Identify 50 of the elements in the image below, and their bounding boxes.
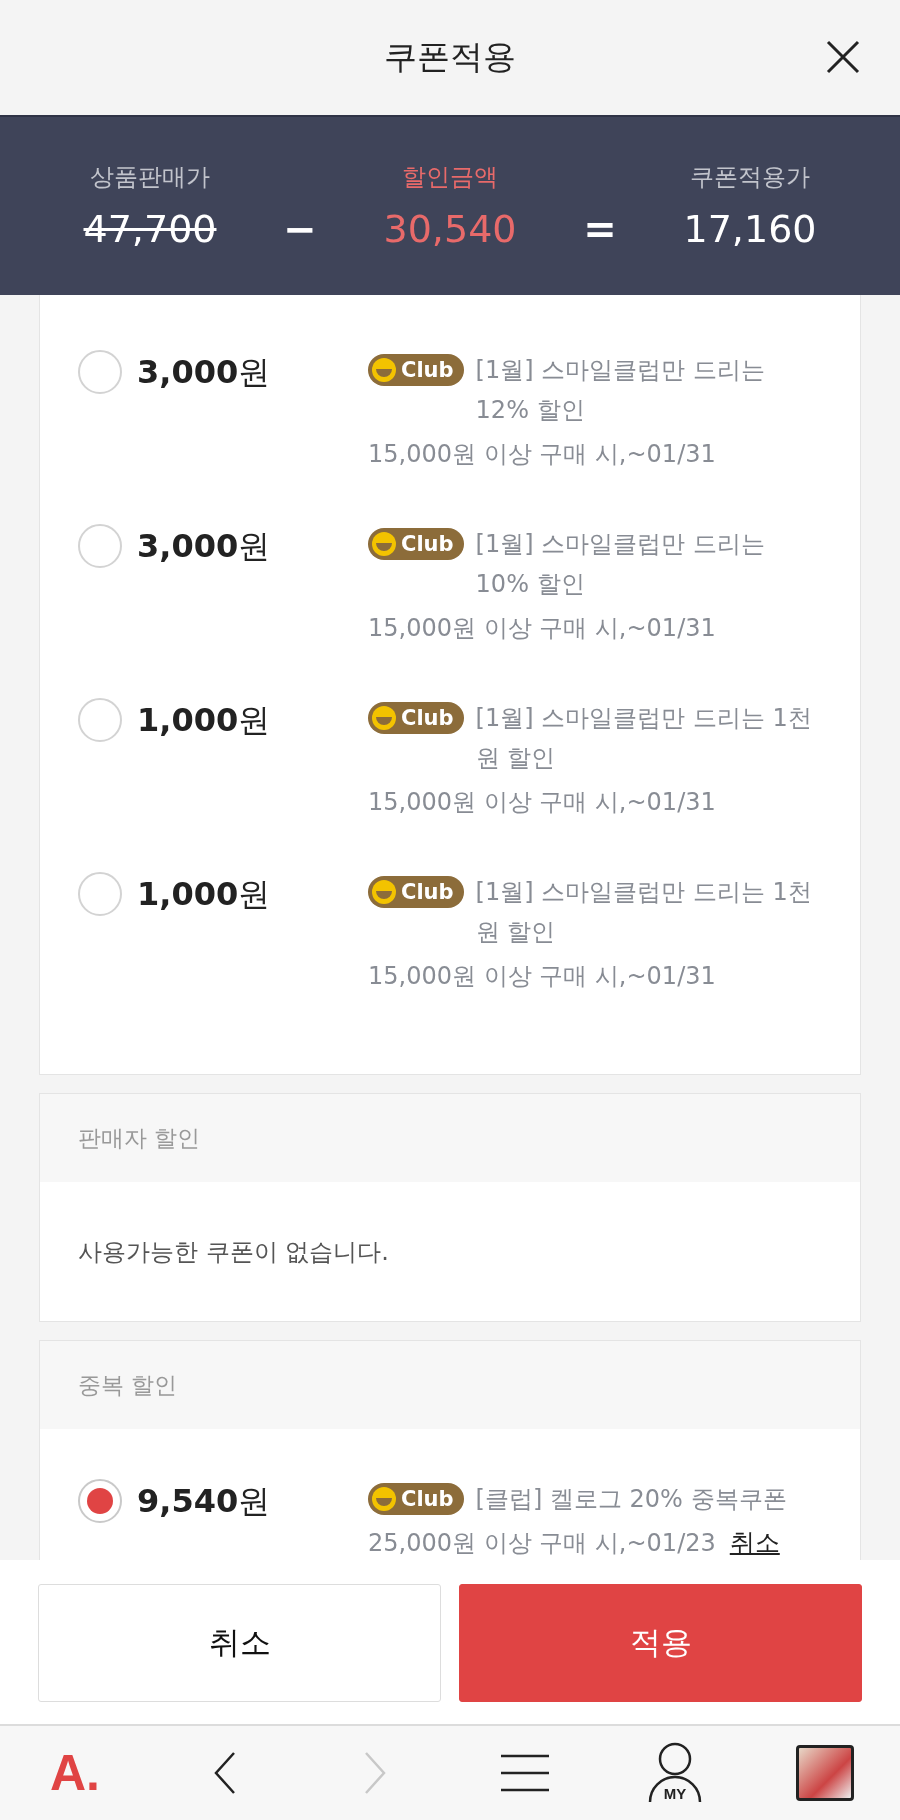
summary-label: 상품판매가 [90, 162, 210, 193]
back-icon[interactable] [212, 1751, 238, 1795]
summary-label: 할인금액 [402, 162, 498, 193]
summary-value: 17,160 [683, 207, 817, 251]
coupon-amount: 1,000원 [137, 700, 271, 741]
coupon-condition: 15,000원 이상 구매 시,~01/31 [368, 787, 716, 818]
smile-icon [371, 357, 397, 383]
coupon-amount: 1,000원 [137, 874, 271, 915]
coupon-condition: 15,000원 이상 구매 시,~01/31 [368, 613, 716, 644]
smile-icon [371, 531, 397, 557]
coupon-amount: 3,000원 [137, 352, 271, 393]
operator-sign: − [282, 206, 318, 252]
summary-value: 47,700 [83, 207, 217, 251]
coupon-title: [1월] 스마일클럽만 드리는 12% 할인 [475, 355, 766, 426]
radio-button[interactable] [78, 524, 122, 568]
smile-icon [371, 879, 397, 905]
coupon-amount: 3,000원 [137, 526, 271, 567]
recent-product-thumbnail[interactable] [796, 1745, 854, 1801]
smile-icon [371, 1486, 397, 1512]
radio-button[interactable] [78, 1479, 122, 1523]
radio-button[interactable] [78, 350, 122, 394]
coupon-title: [1월] 스마일클럽만 드리는 10% 할인 [475, 529, 766, 600]
page-title: 쿠폰적용 [384, 36, 516, 78]
empty-message: 사용가능한 쿠폰이 없습니다. [77, 1236, 390, 1268]
summary-value: 30,540 [383, 207, 517, 251]
summary-label: 쿠폰적용가 [690, 162, 810, 193]
club-badge: Club [368, 702, 464, 734]
coupon-amount: 9,540원 [137, 1481, 271, 1522]
radio-button[interactable] [78, 698, 122, 742]
my-page-button[interactable]: MY [647, 1742, 703, 1804]
radio-button[interactable] [78, 872, 122, 916]
coupon-title: [클럽] 켈로그 20% 중복쿠폰 [475, 1484, 788, 1515]
logo[interactable]: A. [50, 1744, 100, 1802]
operator-sign: = [582, 206, 618, 252]
section-title: 판매자 할인 [40, 1094, 860, 1182]
smile-icon [371, 705, 397, 731]
section-title: 중복 할인 [40, 1341, 860, 1429]
coupon-title: [1월] 스마일클럽만 드리는 1천원 할인 [475, 703, 813, 774]
cancel-button[interactable]: 취소 [38, 1584, 441, 1702]
club-badge: Club [368, 354, 464, 386]
apply-button[interactable]: 적용 [459, 1584, 862, 1702]
coupon-condition: 25,000원 이상 구매 시,~01/23 [368, 1528, 716, 1559]
coupon-condition: 15,000원 이상 구매 시,~01/31 [368, 961, 716, 992]
cancel-link[interactable]: 취소 [729, 1526, 780, 1559]
coupon-condition: 15,000원 이상 구매 시,~01/31 [368, 439, 716, 470]
club-badge: Club [368, 1483, 464, 1515]
menu-icon[interactable] [500, 1754, 550, 1792]
coupon-title: [1월] 스마일클럽만 드리는 1천원 할인 [475, 877, 813, 948]
club-badge: Club [368, 876, 464, 908]
club-badge: Club [368, 528, 464, 560]
